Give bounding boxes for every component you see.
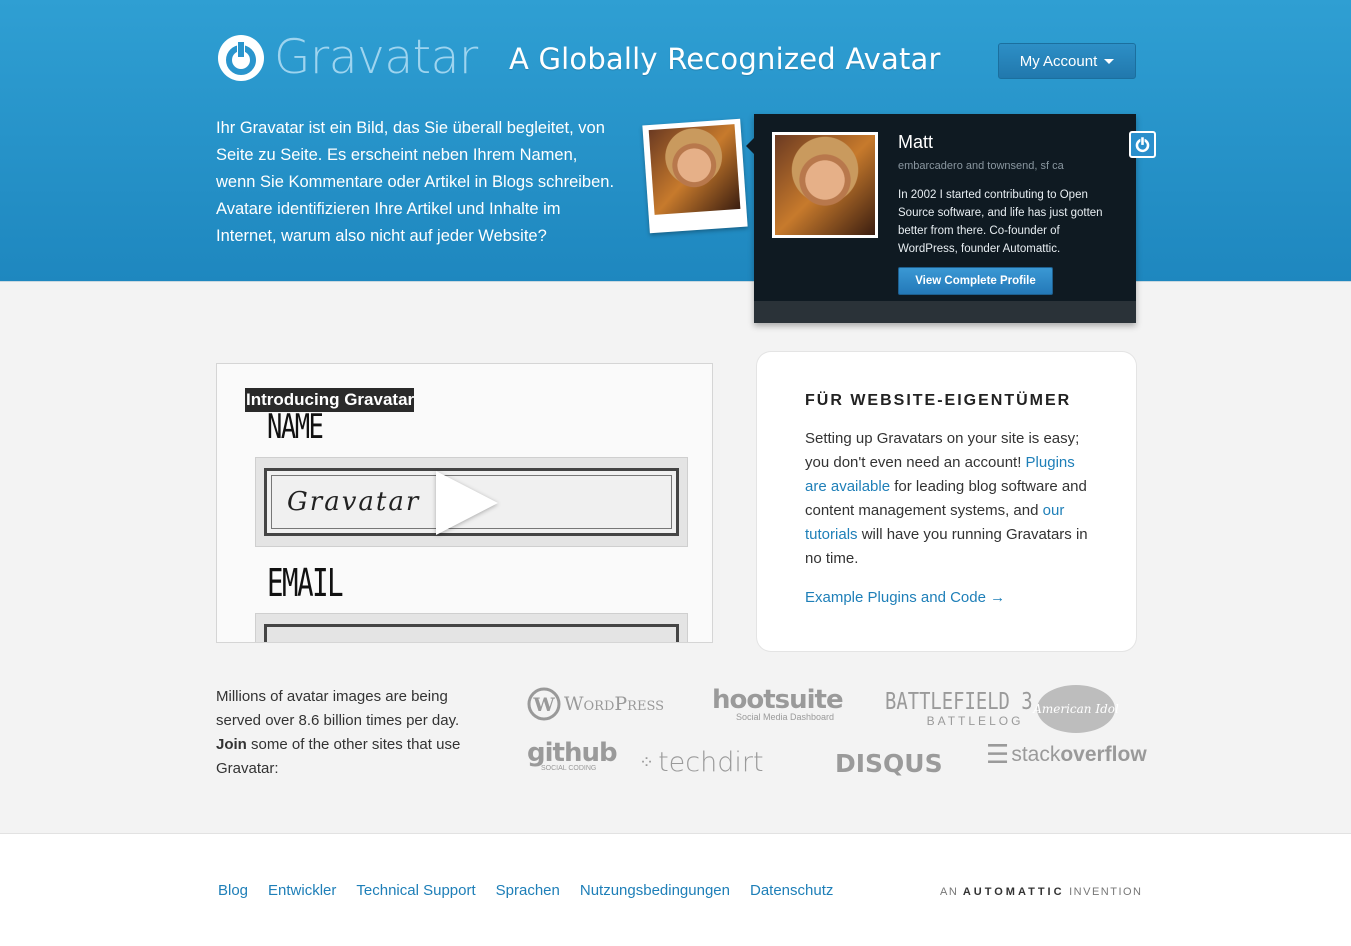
video-field-value: Gravatar bbox=[287, 487, 421, 517]
sites-text: Millions of avatar images are being serv… bbox=[216, 685, 476, 781]
automattic-invention: INVENTION bbox=[1069, 886, 1143, 898]
gravatar-logo[interactable]: Gravatar bbox=[216, 30, 478, 85]
svg-text:W: W bbox=[532, 694, 555, 716]
owners-title: FÜR WEBSITE-EIGENTÜMER bbox=[805, 392, 1072, 409]
techdirt-icon: ⁘ bbox=[639, 752, 654, 772]
site-owners-box: FÜR WEBSITE-EIGENTÜMER Setting up Gravat… bbox=[757, 352, 1136, 651]
stackoverflow-text-a: stack bbox=[1011, 743, 1061, 766]
view-profile-button[interactable]: View Complete Profile bbox=[898, 267, 1053, 295]
stackoverflow-logo[interactable]: ☰ stackoverflow bbox=[986, 739, 1147, 770]
footer-link-developers[interactable]: Entwickler bbox=[268, 882, 336, 899]
footer-link-terms[interactable]: Nutzungsbedingungen bbox=[580, 882, 730, 899]
hootsuite-text: hootsuite bbox=[712, 685, 844, 715]
footer-link-support[interactable]: Technical Support bbox=[356, 882, 475, 899]
footer-link-privacy[interactable]: Datenschutz bbox=[750, 882, 833, 899]
example-plugins-link[interactable]: Example Plugins and Code → bbox=[805, 589, 1005, 606]
intro-text: Ihr Gravatar ist ein Bild, das Sie übera… bbox=[216, 119, 615, 245]
gravatar-badge-icon bbox=[1129, 131, 1156, 158]
github-logo[interactable]: github SOCIAL CODING bbox=[527, 738, 618, 772]
techdirt-text: techdirt bbox=[658, 747, 764, 778]
video-title: Introducing Gravatar bbox=[245, 388, 415, 412]
disqus-logo[interactable]: DISQUS bbox=[835, 749, 943, 778]
battlefield-text: BATTLEFIELD 3 bbox=[885, 689, 1033, 715]
footer: Blog Entwickler Technical Support Sprach… bbox=[0, 833, 1351, 946]
avatar-photo bbox=[648, 124, 741, 215]
logo-text: Gravatar bbox=[274, 30, 478, 85]
wordpress-icon: W bbox=[527, 687, 561, 721]
footer-link-languages[interactable]: Sprachen bbox=[496, 882, 560, 899]
owners-text: Setting up Gravatars on your site is eas… bbox=[805, 427, 1095, 571]
github-text: github bbox=[527, 738, 618, 768]
hootsuite-sub: Social Media Dashboard bbox=[736, 712, 835, 722]
my-account-label: My Account bbox=[1019, 52, 1098, 70]
profile-name: Matt bbox=[898, 132, 934, 152]
footer-link-blog[interactable]: Blog bbox=[218, 882, 248, 899]
automattic-name: AUTOMATTIC bbox=[962, 886, 1065, 898]
avatar-polaroid bbox=[642, 118, 748, 234]
sites-text-part: Millions of avatar images are being serv… bbox=[216, 688, 460, 729]
stackoverflow-icon: ☰ bbox=[986, 739, 1010, 769]
profile-card: Matt embarcadero and townsend, sf ca In … bbox=[746, 114, 1136, 323]
wordpress-text: WordPress bbox=[564, 693, 665, 715]
tagline: A Globally Recognized Avatar bbox=[509, 42, 941, 76]
automattic-credit[interactable]: AN AUTOMATTIC INVENTION bbox=[940, 886, 1143, 898]
hootsuite-logo[interactable]: hootsuite Social Media Dashboard bbox=[712, 685, 844, 722]
video-email-field bbox=[255, 613, 688, 642]
footer-links: Blog Entwickler Technical Support Sprach… bbox=[218, 882, 833, 899]
play-icon[interactable] bbox=[436, 471, 498, 535]
wordpress-logo[interactable]: W WordPress bbox=[527, 687, 664, 721]
profile-photo bbox=[772, 132, 878, 238]
profile-location: embarcadero and townsend, sf ca bbox=[898, 160, 1064, 172]
video-email-label: EMAIL bbox=[267, 561, 344, 605]
stackoverflow-text-b: overflow bbox=[1060, 743, 1147, 766]
automattic-an: AN bbox=[940, 886, 959, 898]
american-idol-logo[interactable]: American Idol bbox=[1033, 685, 1119, 733]
my-account-button[interactable]: My Account bbox=[998, 43, 1136, 79]
techdirt-logo[interactable]: ⁘ techdirt bbox=[639, 747, 764, 778]
partner-logos: W WordPress hootsuite Social Media Dashb… bbox=[527, 683, 1147, 783]
profile-card-footer bbox=[754, 301, 1136, 323]
sites-text-part: some of the other sites that use Gravata… bbox=[216, 736, 461, 777]
video-name-label: NAME bbox=[267, 407, 324, 447]
caret-down-icon bbox=[1104, 58, 1115, 64]
intro-video[interactable]: NAME Gravatar EMAIL Introducing Gravatar bbox=[216, 363, 713, 643]
profile-bio: In 2002 I started contributing to Open S… bbox=[898, 189, 1103, 255]
gravatar-power-icon bbox=[218, 34, 264, 81]
american-idol-text: American Idol bbox=[1033, 702, 1119, 716]
sites-join: Join bbox=[216, 736, 247, 753]
